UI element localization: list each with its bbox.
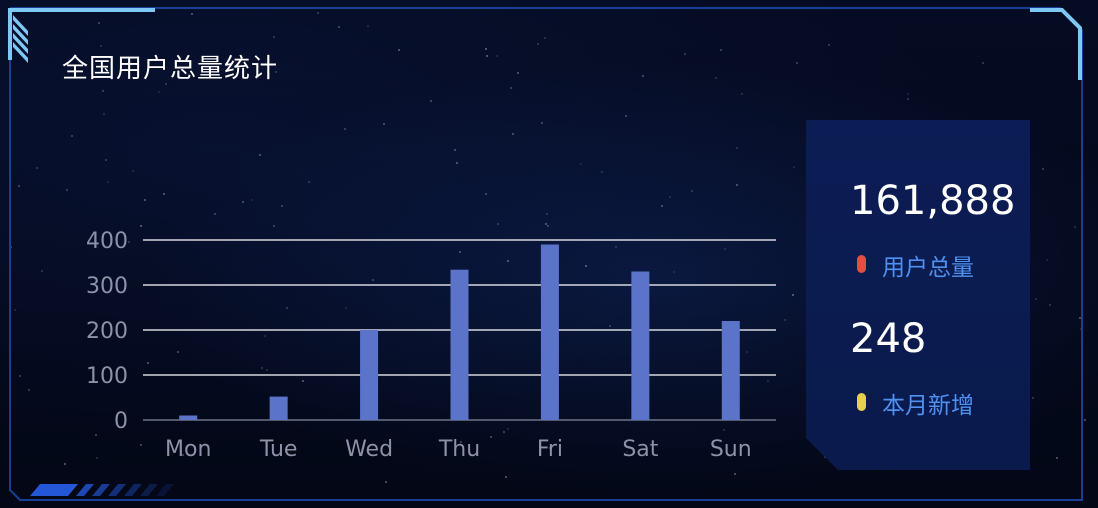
total-users-value: 161,888: [850, 178, 1016, 224]
bar-tue: [269, 396, 288, 420]
y-tick-label: 100: [86, 364, 128, 389]
total-users-label: 用户总量: [882, 255, 974, 281]
y-tick-label: 0: [114, 409, 128, 434]
bar-sat: [631, 271, 650, 420]
user-stats-panel: 全国用户总量统计 0 100 200 300 400 Mon Tue Wed Thu Fri Sat…: [0, 0, 1098, 508]
y-tick-label: 400: [86, 229, 128, 254]
bar-fri: [540, 244, 559, 420]
x-tick-label: Mon: [165, 437, 211, 462]
x-tick-label: Wed: [345, 437, 393, 462]
new-users-indicator-dot: [857, 393, 866, 411]
bar-mon: [179, 415, 198, 420]
new-users-value: 248: [850, 316, 927, 362]
bar-sun: [721, 321, 740, 420]
x-tick-label: Fri: [537, 437, 563, 462]
x-tick-label: Sun: [710, 437, 752, 462]
x-tick-label: Sat: [622, 437, 658, 462]
y-tick-label: 300: [86, 274, 128, 299]
bar-wed: [360, 330, 379, 420]
x-tick-label: Thu: [438, 437, 480, 462]
bar-thu: [450, 269, 469, 420]
x-tick-label: Tue: [259, 437, 298, 462]
new-users-label: 本月新增: [882, 393, 974, 419]
stats-box: 161,888 用户总量 248 本月新增: [806, 120, 1030, 470]
y-tick-label: 200: [86, 319, 128, 344]
total-users-indicator-dot: [857, 255, 866, 273]
